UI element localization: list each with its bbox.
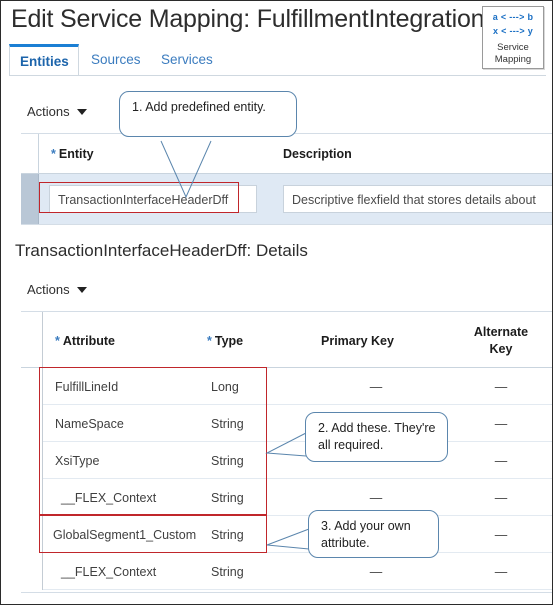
callout-2: 2. Add these. They're all required. bbox=[305, 412, 448, 462]
callout-1: 1. Add predefined entity. bbox=[119, 91, 297, 137]
callout-3: 3. Add your own attribute. bbox=[308, 510, 439, 558]
service-mapping-page: Edit Service Mapping: FulfillmentIntegra… bbox=[0, 0, 553, 605]
